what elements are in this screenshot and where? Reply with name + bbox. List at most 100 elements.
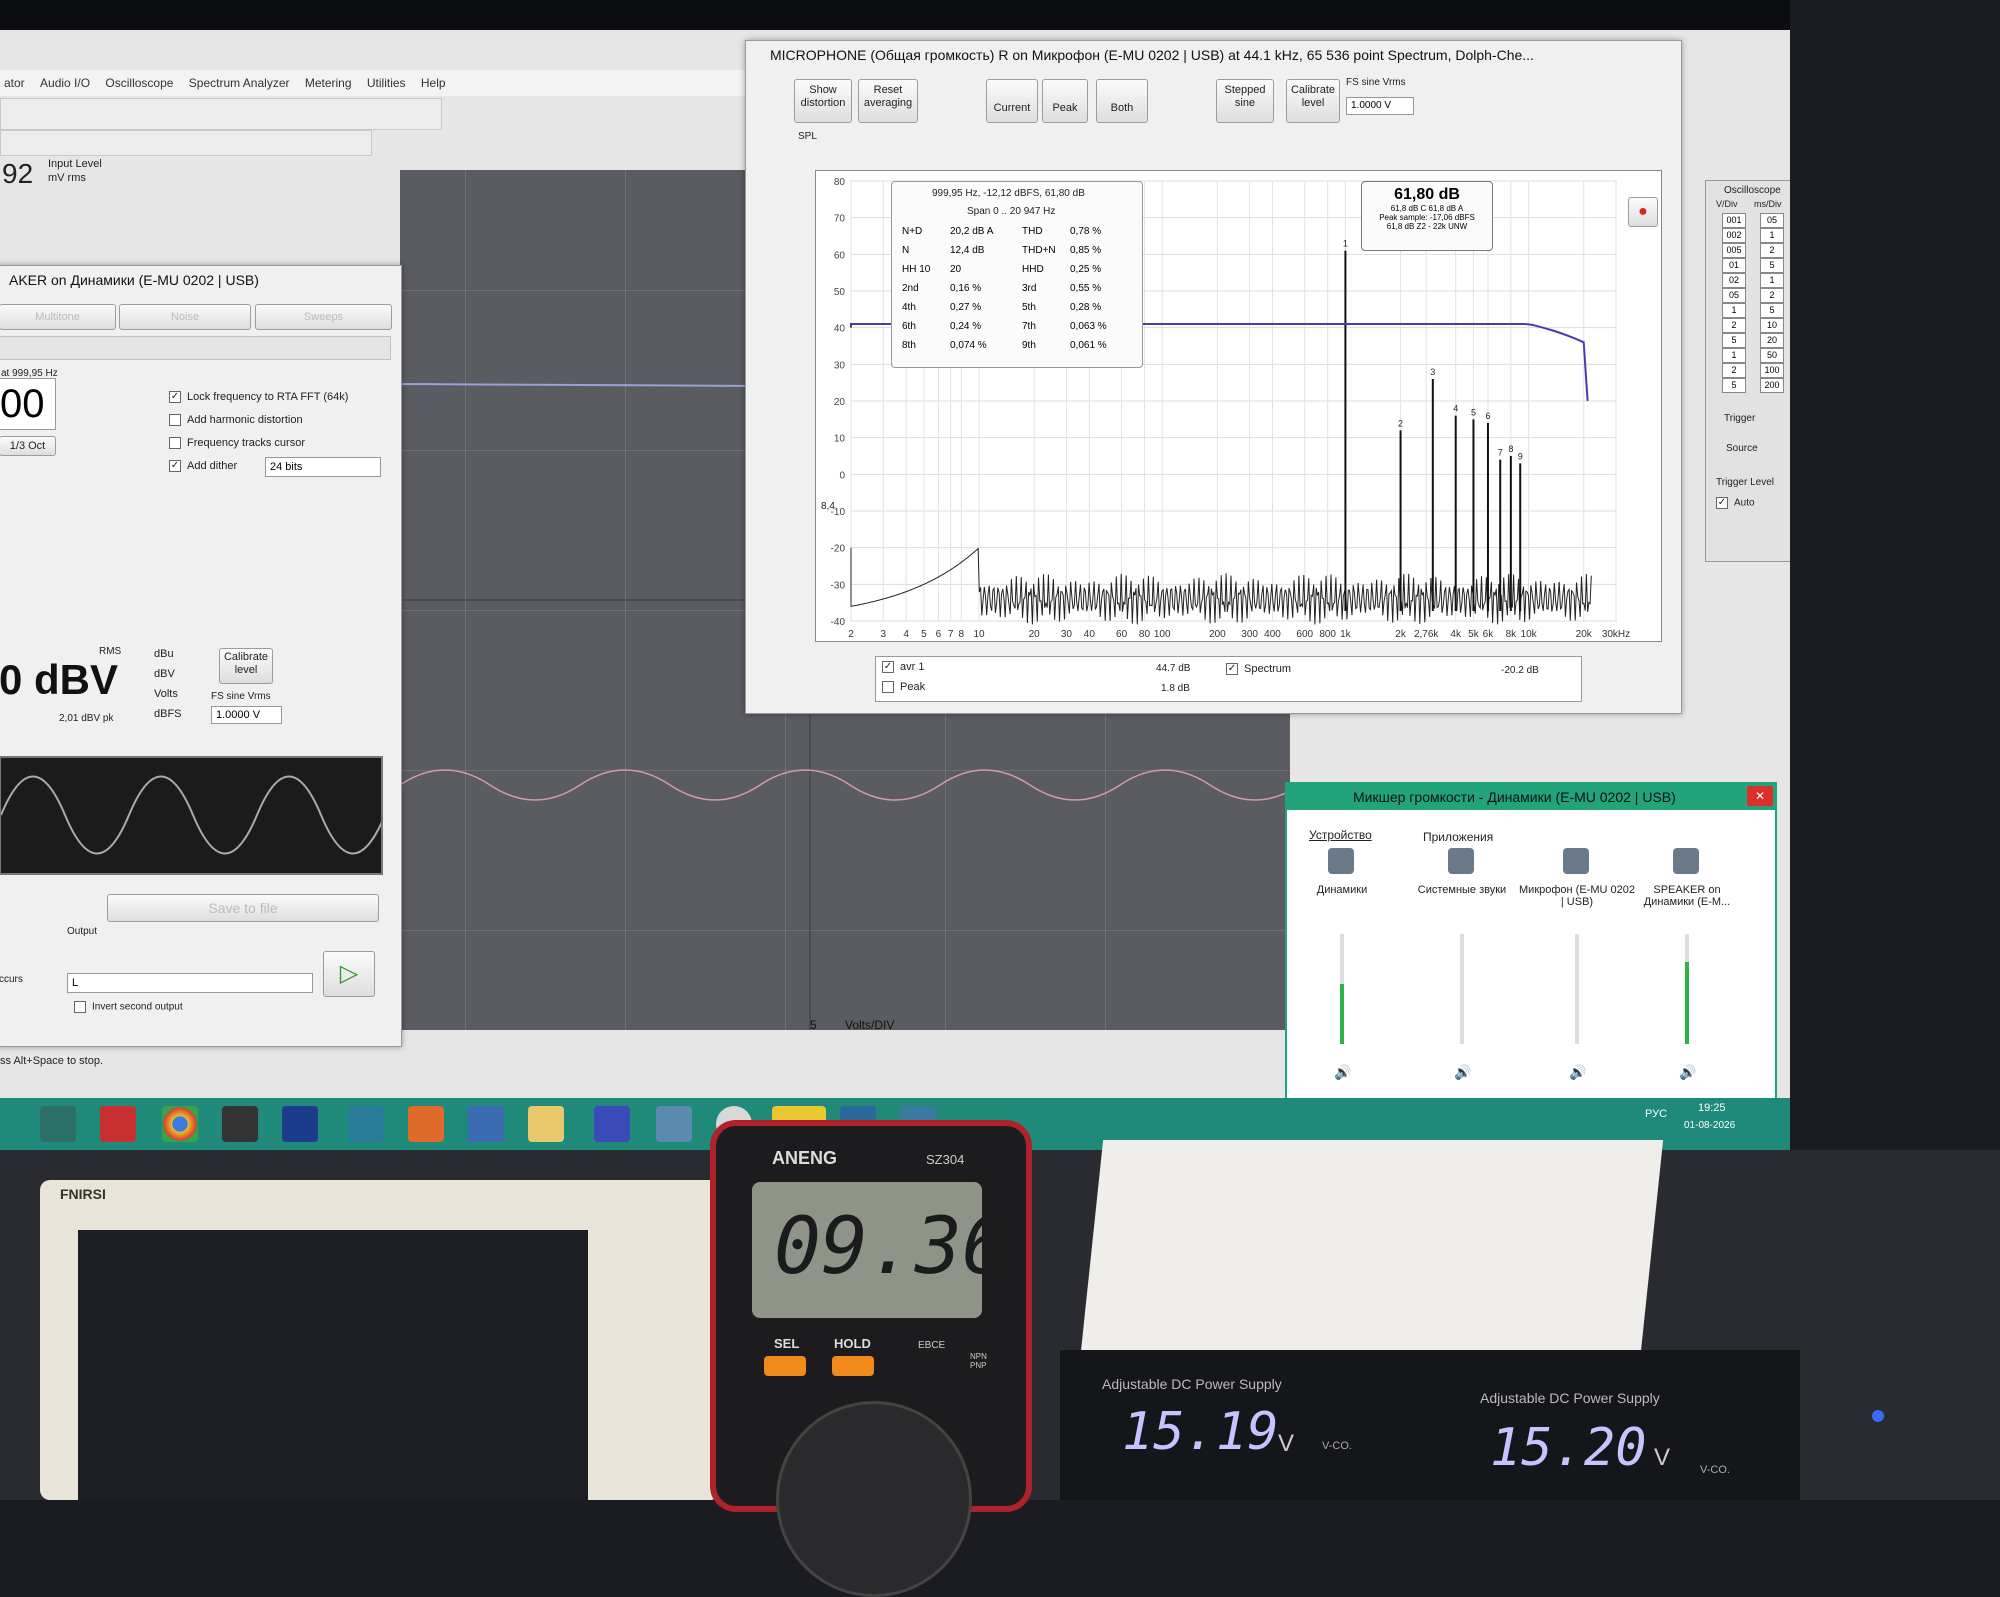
menu-spectrum[interactable]: Spectrum Analyzer: [189, 76, 290, 90]
reset-averaging-button[interactable]: Reset averaging: [858, 79, 918, 123]
spectrum-plot[interactable]: 80 70 60 50 40 30 20 10 0 -10 -20 -30 -40 2 3 4 5 6 7 8 10 20…: [815, 170, 1662, 642]
vals_l-option[interactable]: 1: [1722, 303, 1746, 318]
output-label: Output: [67, 926, 98, 937]
hold-button[interactable]: [832, 1356, 874, 1376]
toolbar-2[interactable]: [0, 130, 372, 156]
mixer-volume-slider[interactable]: [1460, 934, 1464, 1044]
record-button[interactable]: ●: [1628, 197, 1658, 227]
octave-button[interactable]: 1/3 Oct: [0, 436, 56, 456]
rta-icon[interactable]: [40, 1106, 76, 1142]
invert-option[interactable]: Invert second output: [74, 1001, 183, 1013]
menu-utilities[interactable]: Utilities: [367, 76, 406, 90]
play-button[interactable]: ▷: [323, 951, 375, 997]
y-tick-label: 60: [834, 250, 846, 261]
toolbar-1[interactable]: [0, 98, 442, 130]
vals_l-option[interactable]: 5: [1722, 378, 1746, 393]
legend-spectrum[interactable]: ✓ Spectrum: [1226, 663, 1291, 676]
language-indicator[interactable]: РУС: [1645, 1108, 1667, 1120]
tab-noise[interactable]: Noise: [119, 304, 251, 330]
fs-sine-field[interactable]: 1.0000 V: [211, 706, 282, 724]
menu-generator[interactable]: ator: [4, 76, 25, 90]
mixer-app-icon: [1328, 848, 1354, 874]
save-to-file-button[interactable]: Save to file: [107, 894, 379, 922]
both-button[interactable]: Both: [1096, 79, 1148, 123]
clock-date[interactable]: 01-08-2026: [1684, 1120, 1735, 1131]
vals_r-option[interactable]: 50: [1760, 348, 1784, 363]
right_stats-row: THD 0,78 %: [1022, 226, 1137, 237]
clock-time[interactable]: 19:25: [1698, 1102, 1726, 1114]
vals_l-option[interactable]: 1: [1722, 348, 1746, 363]
menu-metering[interactable]: Metering: [305, 76, 352, 90]
menu-help[interactable]: Help: [421, 76, 446, 90]
current-button[interactable]: Current: [986, 79, 1038, 123]
frequency-field[interactable]: 00: [0, 378, 56, 430]
vals_l-option[interactable]: 2: [1722, 318, 1746, 333]
rotary-dial[interactable]: [776, 1401, 972, 1597]
gear-icon[interactable]: [594, 1106, 630, 1142]
mixer-close-button[interactable]: ✕: [1747, 786, 1773, 806]
calibrate-level-button[interactable]: Calibrate level: [1286, 79, 1340, 123]
show-distortion-button[interactable]: Show distortion: [794, 79, 852, 123]
mixer-volume-slider[interactable]: [1575, 934, 1579, 1044]
vals_l-option[interactable]: 01: [1722, 258, 1746, 273]
dither-select[interactable]: 24 bits: [265, 457, 381, 477]
legend-peak[interactable]: Peak: [882, 681, 925, 694]
sub-tabs[interactable]: [0, 336, 391, 360]
ccleaner-icon[interactable]: [100, 1106, 136, 1142]
vals_r-option[interactable]: 5: [1760, 303, 1784, 318]
peak-button[interactable]: Peak: [1042, 79, 1088, 123]
vals_r-option[interactable]: 1: [1760, 228, 1784, 243]
mute-icon[interactable]: 🔊: [1569, 1064, 1586, 1081]
analyzer-fs-field[interactable]: 1.0000 V: [1346, 97, 1414, 115]
vals_l-option[interactable]: 2: [1722, 363, 1746, 378]
mute-icon[interactable]: 🔊: [1334, 1064, 1351, 1081]
stepped-sine-button[interactable]: Stepped sine: [1216, 79, 1274, 123]
option-dither[interactable]: ✓ Add dither: [169, 460, 237, 473]
vals_l-option[interactable]: 002: [1722, 228, 1746, 243]
legend-avr[interactable]: ✓ avr 1: [882, 661, 924, 674]
auto-option[interactable]: ✓ Auto: [1716, 497, 1755, 509]
option-tracks[interactable]: Frequency tracks cursor: [169, 437, 305, 450]
vals_r-option[interactable]: 200: [1760, 378, 1784, 393]
vals_l-option[interactable]: 05: [1722, 288, 1746, 303]
app-icon[interactable]: [348, 1106, 384, 1142]
vals_r-option[interactable]: 10: [1760, 318, 1784, 333]
option-lock-label: Lock frequency to RTA FFT (64k): [187, 391, 349, 403]
vals_r-option[interactable]: 2: [1760, 288, 1784, 303]
folder-icon[interactable]: [528, 1106, 564, 1142]
menu-oscilloscope[interactable]: Oscilloscope: [105, 76, 173, 90]
menu-audio-io[interactable]: Audio I/O: [40, 76, 90, 90]
vals_r-option[interactable]: 20: [1760, 333, 1784, 348]
tab-sweeps[interactable]: Sweeps: [255, 304, 392, 330]
sel-button[interactable]: [764, 1356, 806, 1376]
calibrate-button[interactable]: Calibrate level: [219, 648, 273, 684]
stack-icon[interactable]: [468, 1106, 504, 1142]
vals_r-option[interactable]: 100: [1760, 363, 1784, 378]
vals_r-option[interactable]: 2: [1760, 243, 1784, 258]
oscilloscope-app-icon[interactable]: [222, 1106, 258, 1142]
icon-app[interactable]: [408, 1106, 444, 1142]
vals_l-option[interactable]: 005: [1722, 243, 1746, 258]
output-select[interactable]: L: [67, 973, 313, 993]
option-harmonic[interactable]: Add harmonic distortion: [169, 414, 303, 427]
mute-icon[interactable]: 🔊: [1454, 1064, 1471, 1081]
vals_r-option[interactable]: 05: [1760, 213, 1784, 228]
unit-dbu[interactable]: dBu: [154, 648, 174, 660]
vals_l-option[interactable]: 02: [1722, 273, 1746, 288]
harmonic-label: 4: [1453, 404, 1458, 414]
unit-volts[interactable]: Volts: [154, 688, 178, 700]
network-icon[interactable]: [656, 1106, 692, 1142]
unit-dbv[interactable]: dBV: [154, 668, 175, 680]
input-level-value: 92: [2, 158, 34, 189]
vals_l-option[interactable]: 5: [1722, 333, 1746, 348]
left_stats-row: HH 10 20: [902, 264, 1012, 275]
rew-icon[interactable]: [282, 1106, 318, 1142]
mute-icon[interactable]: 🔊: [1679, 1064, 1696, 1081]
chrome-icon[interactable]: [162, 1106, 198, 1142]
option-lock[interactable]: ✓ Lock frequency to RTA FFT (64k): [169, 391, 349, 404]
vals_l-option[interactable]: 001: [1722, 213, 1746, 228]
tab-multitone[interactable]: Multitone: [0, 304, 116, 330]
vals_r-option[interactable]: 5: [1760, 258, 1784, 273]
unit-dbfs[interactable]: dBFS: [154, 708, 182, 720]
vals_r-option[interactable]: 1: [1760, 273, 1784, 288]
